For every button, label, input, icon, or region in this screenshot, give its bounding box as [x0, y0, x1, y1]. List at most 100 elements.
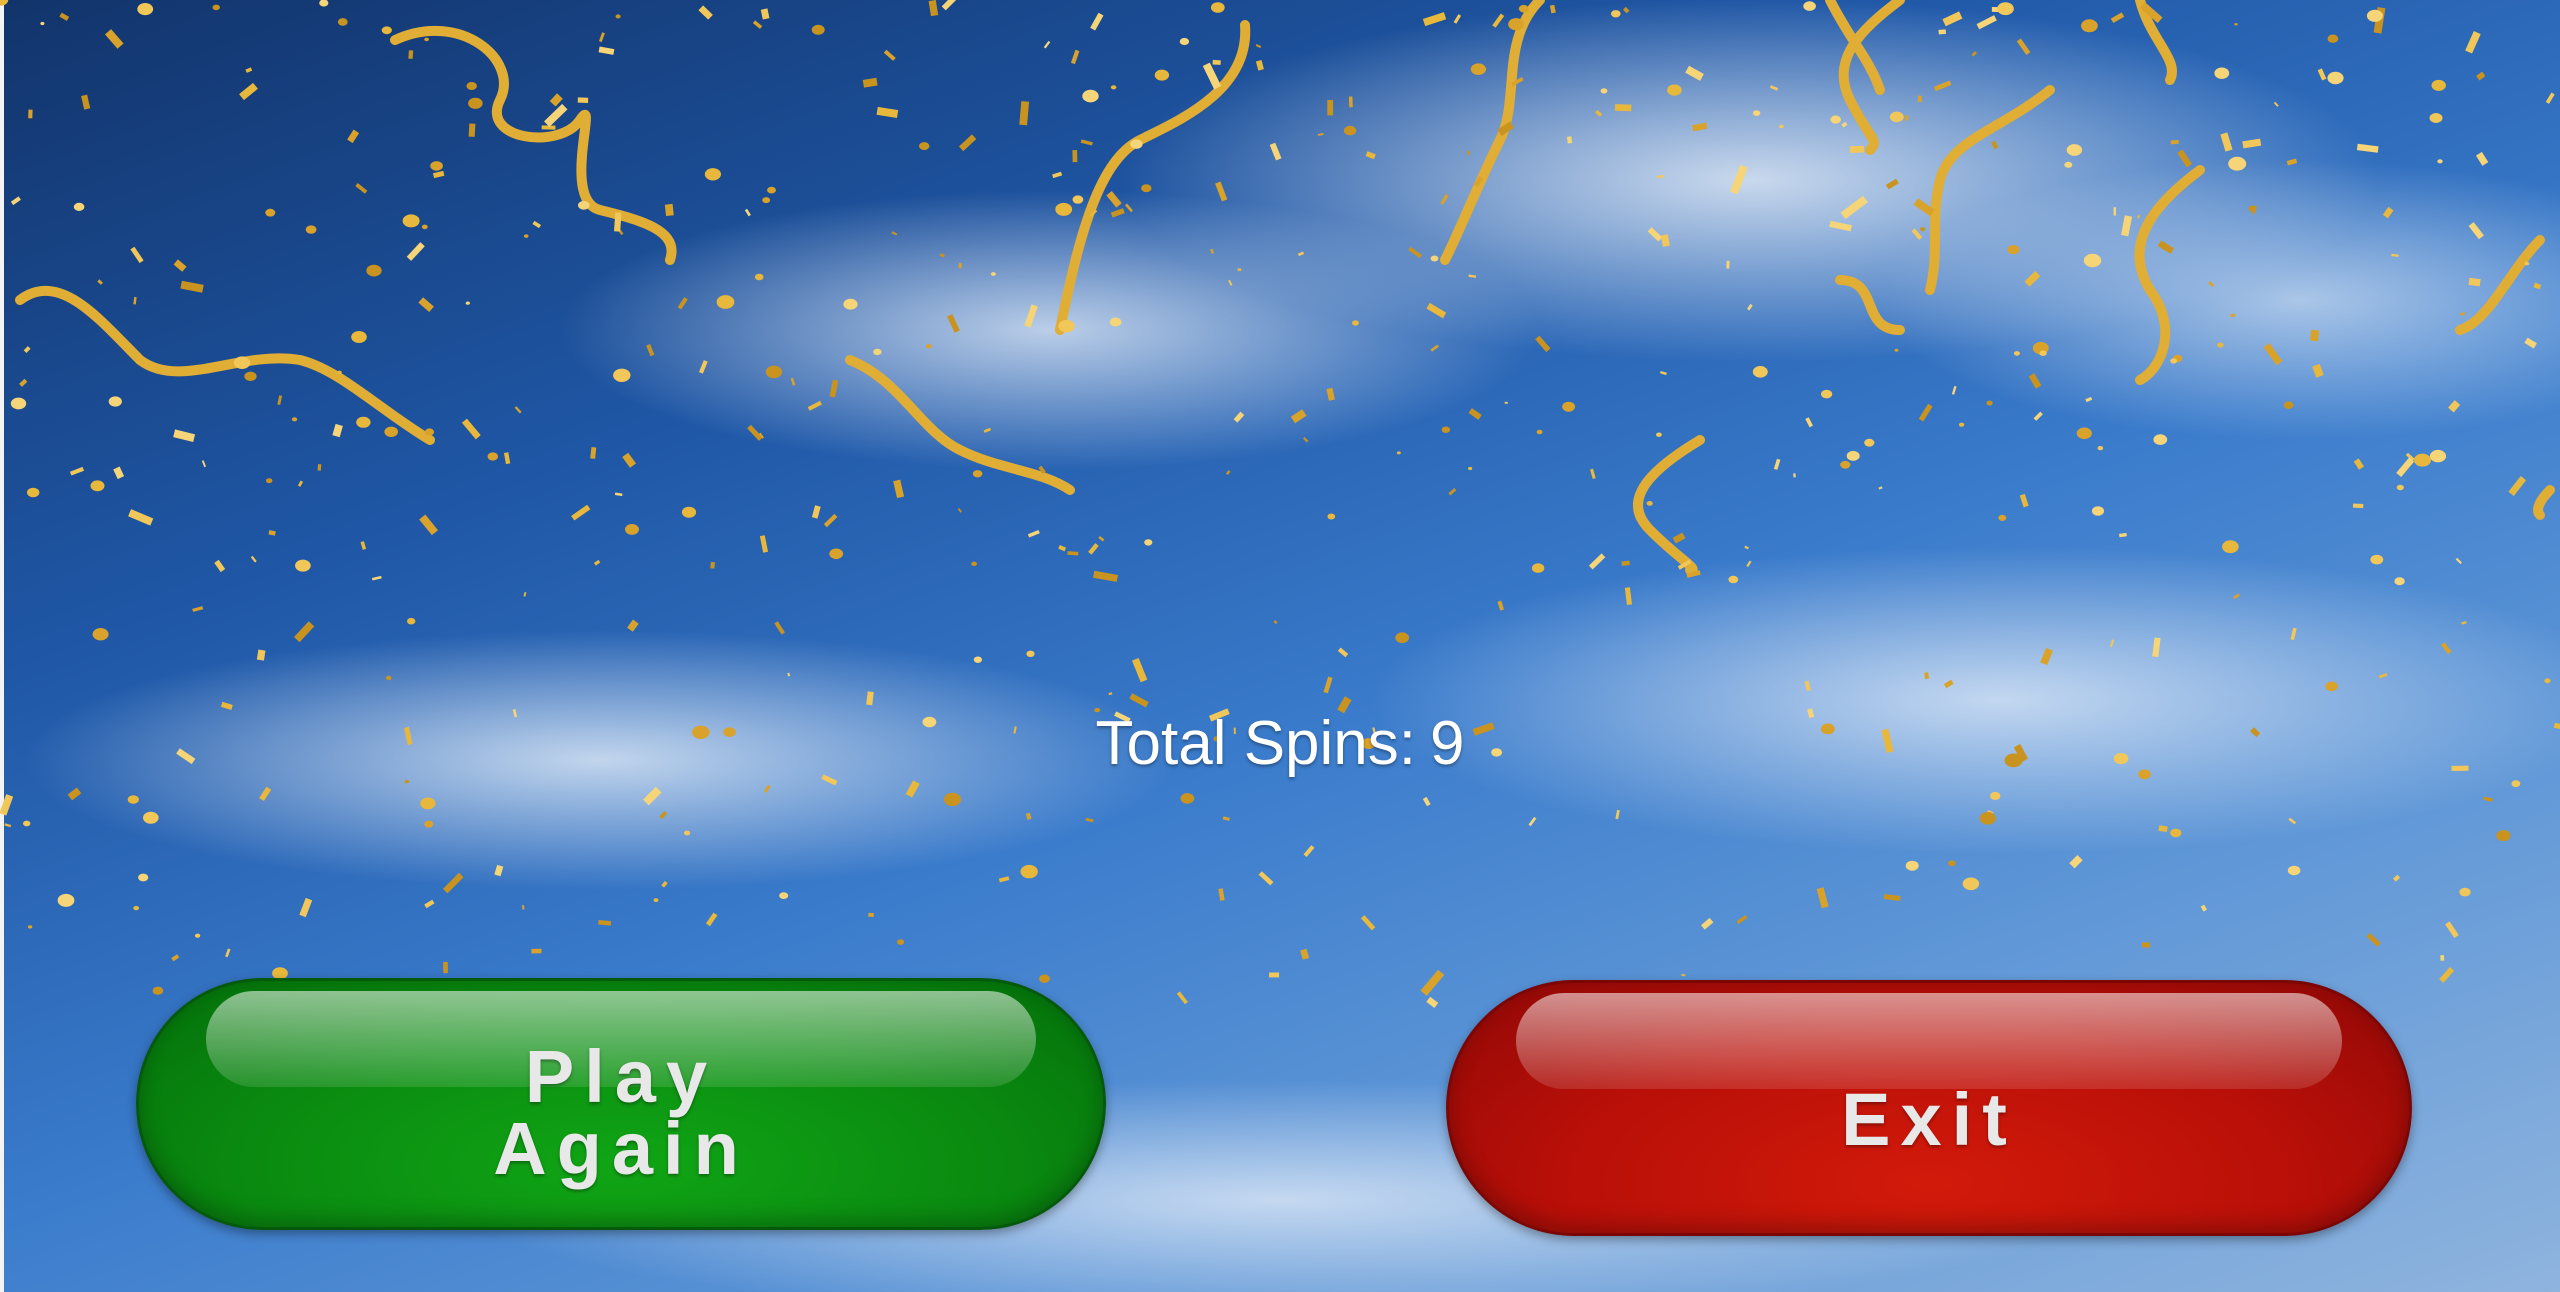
confetti-piece: [1962, 877, 1980, 891]
confetti-piece: [1508, 18, 1524, 31]
confetti-piece: [807, 400, 822, 411]
confetti-piece: [2327, 71, 2344, 85]
confetti-piece: [2234, 23, 2238, 26]
confetti-piece: [402, 214, 420, 228]
confetti-piece: [385, 675, 392, 681]
confetti-piece: [1080, 139, 1093, 146]
confetti-piece: [747, 424, 763, 441]
confetti-piece: [2170, 139, 2179, 145]
confetti-piece: [615, 14, 621, 19]
confetti-piece: [2228, 156, 2247, 171]
confetti-piece: [19, 378, 28, 387]
confetti-piece: [1803, 1, 1816, 11]
confetti-piece: [625, 524, 639, 535]
confetti-piece: [1894, 348, 1899, 352]
confetti-piece: [1093, 570, 1118, 582]
confetti-piece: [1700, 917, 1714, 930]
confetti-piece: [424, 899, 435, 909]
confetti-piece: [866, 691, 874, 706]
confetti-piece: [291, 417, 298, 422]
exit-button[interactable]: Exit: [1446, 980, 2412, 1236]
confetti-piece: [1621, 560, 1630, 566]
confetti-piece: [897, 939, 905, 945]
left-border: [0, 0, 4, 1292]
confetti-piece: [1681, 973, 1686, 977]
confetti-piece: [81, 94, 91, 110]
confetti-piece: [1072, 195, 1084, 204]
confetti-piece: [1686, 570, 1701, 578]
confetti-piece: [10, 196, 21, 206]
confetti-piece: [2139, 2, 2163, 24]
confetti-piece: [762, 197, 771, 204]
play-again-button[interactable]: Play Again: [136, 978, 1106, 1230]
confetti-piece: [2524, 261, 2530, 266]
confetti-piece: [1026, 650, 1035, 657]
confetti-piece: [614, 492, 623, 497]
confetti-piece: [113, 466, 125, 480]
confetti-piece: [677, 297, 688, 310]
confetti-piece: [1082, 89, 1099, 103]
confetti-piece: [2222, 540, 2239, 554]
confetti-piece: [1518, 4, 1529, 13]
confetti-piece: [1132, 658, 1148, 683]
confetti-piece: [1323, 676, 1333, 694]
confetti-piece: [2445, 921, 2459, 939]
confetti-piece: [2097, 446, 2104, 451]
confetti-piece: [1070, 49, 1080, 65]
confetti-piece: [1779, 124, 1784, 129]
confetti-piece: [73, 202, 85, 211]
confetti-piece: [2468, 277, 2481, 287]
confetti-piece: [958, 134, 977, 152]
confetti-piece: [27, 487, 40, 498]
confetti-piece: [1396, 451, 1401, 455]
confetti-piece: [1215, 181, 1228, 202]
confetti-piece: [523, 234, 529, 238]
confetti-piece: [1269, 972, 1280, 978]
confetti-piece: [1864, 438, 1875, 447]
confetti-piece: [1110, 208, 1125, 218]
confetti-piece: [617, 227, 624, 236]
confetti-piece: [1233, 411, 1245, 423]
confetti-piece: [593, 559, 601, 566]
confetti-piece: [57, 893, 75, 907]
confetti-piece: [1942, 11, 1963, 27]
confetti-piece: [337, 370, 342, 375]
confetti-piece: [1430, 255, 1439, 262]
confetti-piece: [2220, 132, 2233, 152]
confetti-piece: [1290, 409, 1307, 424]
confetti-piece: [332, 423, 343, 438]
confetti-piece: [1991, 140, 1999, 150]
confetti-piece: [418, 297, 434, 313]
confetti-piece: [1979, 812, 1997, 825]
confetti-piece: [868, 912, 874, 918]
confetti-piece: [843, 298, 858, 310]
confetti-piece: [1986, 400, 1993, 406]
confetti-piece: [1536, 429, 1543, 435]
confetti-piece: [1997, 2, 2014, 16]
confetti-piece: [2544, 678, 2551, 684]
confetti-piece: [744, 208, 751, 217]
confetti-piece: [1303, 845, 1315, 858]
confetti-piece: [1849, 145, 1864, 153]
confetti-piece: [1535, 335, 1551, 353]
confetti-piece: [2393, 874, 2401, 882]
confetti-piece: [351, 331, 367, 343]
confetti-piece: [2441, 642, 2452, 655]
confetti-piece: [1228, 279, 1233, 286]
confetti-piece: [1365, 151, 1376, 160]
confetti-piece: [705, 912, 718, 927]
confetti-piece: [2217, 342, 2224, 348]
confetti-piece: [598, 32, 605, 43]
confetti-piece: [1829, 220, 1852, 232]
confetti-piece: [1958, 422, 1965, 427]
confetti-piece: [1337, 647, 1349, 658]
confetti-piece: [1840, 195, 1868, 220]
confetti-piece: [1020, 864, 1038, 879]
confetti-piece: [424, 428, 435, 436]
confetti-piece: [2232, 593, 2240, 600]
confetti-piece: [925, 344, 932, 349]
confetti-piece: [613, 212, 622, 232]
confetti-piece: [1426, 996, 1439, 1008]
confetti-piece: [442, 872, 464, 894]
confetti-piece: [2366, 932, 2381, 947]
